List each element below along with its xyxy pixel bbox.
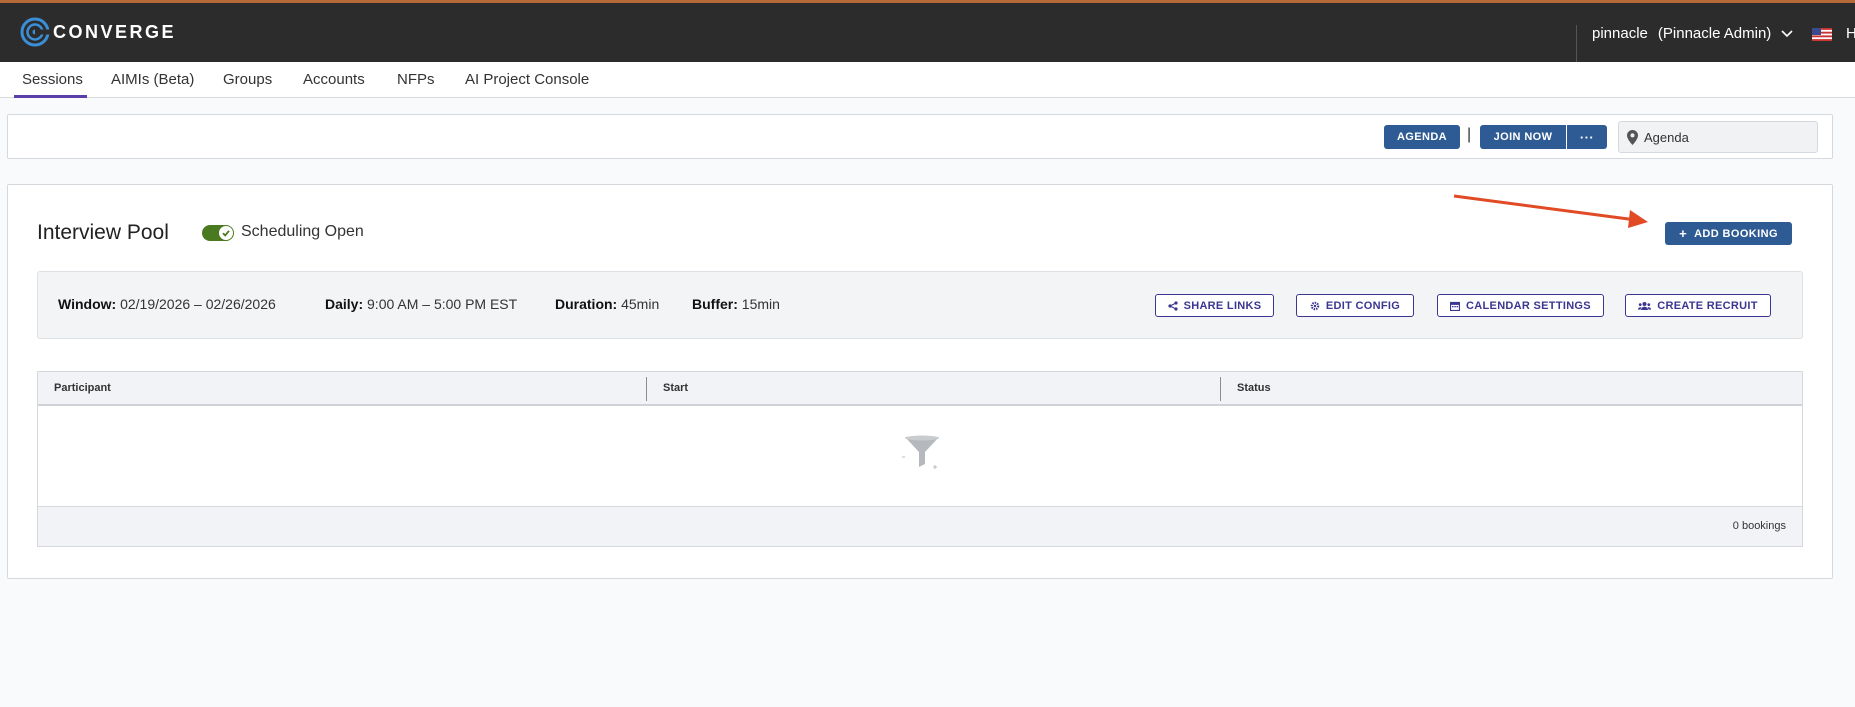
calendar-icon [1450, 301, 1461, 311]
scheduling-toggle[interactable] [202, 225, 234, 241]
column-participant[interactable]: Participant [54, 382, 111, 394]
toggle-knob [219, 226, 233, 240]
daily-info: Daily: 9:00 AM – 5:00 PM EST [325, 296, 517, 312]
share-links-button[interactable]: SHARE LINKS [1155, 294, 1274, 317]
chevron-down-icon [1781, 29, 1793, 37]
agenda-button[interactable]: AGENDA [1384, 125, 1460, 149]
duration-info: Duration: 45min [555, 296, 659, 312]
brand-name: CONVERGE [53, 21, 177, 42]
topbar-divider [1576, 25, 1577, 62]
window-info: Window: 02/19/2026 – 02/26/2026 [58, 296, 276, 312]
toolbar-separator: | [1467, 126, 1472, 143]
bookings-count: 0 bookings [1732, 520, 1786, 532]
bookings-table: Participant Start Status 0 bookings [37, 371, 1803, 547]
table-header: Participant Start Status [38, 372, 1802, 406]
topbar-trailing-text[interactable]: H [1846, 25, 1855, 42]
share-icon [1167, 300, 1178, 311]
column-resize-handle[interactable] [646, 377, 647, 401]
share-links-label: SHARE LINKS [1183, 299, 1262, 312]
buffer-label: Buffer: [692, 296, 738, 312]
nav-item-sessions[interactable]: Sessions [22, 71, 83, 88]
active-tab-indicator [14, 95, 87, 98]
location-value: Agenda [1644, 129, 1689, 145]
main-nav: Sessions AIMIs (Beta) Groups Accounts NF… [0, 62, 1855, 98]
users-icon [1638, 301, 1652, 310]
us-flag-icon[interactable] [1812, 28, 1832, 41]
annotation-arrow-icon [1453, 194, 1648, 228]
window-value: 02/19/2026 – 02/26/2026 [120, 296, 276, 312]
edit-config-button[interactable]: EDIT CONFIG [1296, 294, 1414, 317]
add-booking-button[interactable]: + ADD BOOKING [1665, 222, 1792, 245]
column-start[interactable]: Start [663, 382, 688, 394]
empty-filter-icon [902, 435, 939, 469]
nav-item-groups[interactable]: Groups [223, 71, 272, 88]
create-recruit-label: CREATE RECRUIT [1657, 299, 1758, 312]
location-field[interactable]: Agenda [1618, 121, 1818, 153]
calendar-settings-label: CALENDAR SETTINGS [1466, 299, 1591, 312]
create-recruit-button[interactable]: CREATE RECRUIT [1625, 294, 1771, 317]
window-label: Window: [58, 296, 117, 312]
column-resize-handle[interactable] [1220, 377, 1221, 401]
user-role: (Pinnacle Admin) [1657, 25, 1772, 42]
nav-item-aimis[interactable]: AIMIs (Beta) [111, 71, 194, 88]
map-pin-icon [1627, 129, 1638, 145]
check-icon [222, 230, 230, 237]
converge-logo[interactable]: CONVERGE [20, 17, 176, 47]
edit-config-label: EDIT CONFIG [1325, 299, 1401, 312]
duration-label: Duration: [555, 296, 618, 312]
calendar-settings-button[interactable]: CALENDAR SETTINGS [1437, 294, 1604, 317]
column-status[interactable]: Status [1237, 382, 1271, 394]
plus-icon: + [1679, 226, 1688, 241]
user-name: pinnacle [1592, 25, 1648, 42]
add-booking-label: ADD BOOKING [1694, 227, 1778, 240]
top-bar: CONVERGE pinnacle (Pinnacle Admin) H [0, 0, 1855, 62]
table-footer: 0 bookings [38, 506, 1802, 546]
nav-item-nfps[interactable]: NFPs [397, 71, 435, 88]
more-options-button[interactable]: ··· [1567, 125, 1607, 149]
buffer-info: Buffer: 15min [692, 296, 780, 312]
daily-label: Daily: [325, 296, 364, 312]
scheduling-status-label: Scheduling Open [241, 223, 364, 240]
user-menu[interactable]: pinnacle (Pinnacle Admin) [1592, 25, 1793, 42]
pool-title: Interview Pool [37, 221, 169, 244]
nav-item-ai-project-console[interactable]: AI Project Console [465, 71, 589, 88]
gear-icon [1310, 301, 1320, 310]
join-now-button[interactable]: JOIN NOW [1480, 125, 1566, 149]
buffer-value: 15min [741, 296, 780, 312]
daily-value: 9:00 AM – 5:00 PM EST [367, 296, 518, 312]
duration-value: 45min [621, 296, 660, 312]
nav-item-accounts[interactable]: Accounts [303, 71, 365, 88]
converge-logo-icon [20, 17, 50, 47]
